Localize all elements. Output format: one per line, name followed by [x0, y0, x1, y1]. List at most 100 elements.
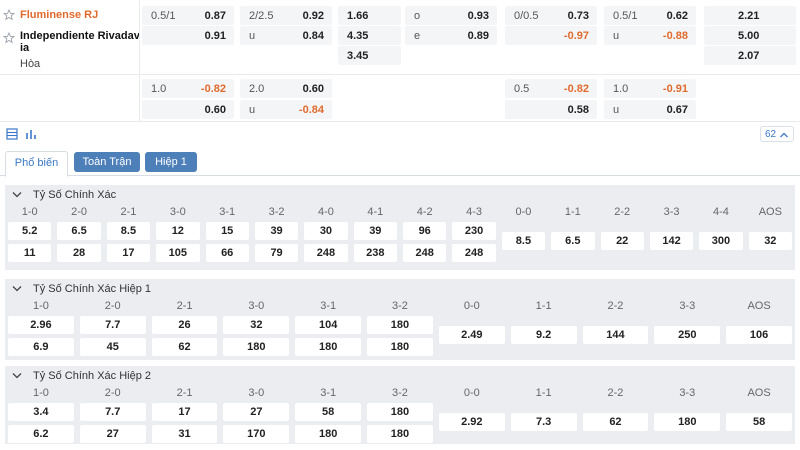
score-odds-button[interactable]: 62 — [582, 413, 649, 431]
team-home-name[interactable]: Fluminense RJ — [20, 9, 140, 21]
score-odds-button[interactable]: 17 — [106, 244, 151, 262]
score-odds-button[interactable]: 180 — [295, 338, 362, 356]
score-odds-button[interactable]: 32 — [748, 232, 792, 250]
section-header[interactable]: Tỷ Số Chính Xác Hiệp 2 — [5, 366, 795, 386]
score-odds-button[interactable]: 142 — [649, 232, 694, 250]
score-odds-button[interactable]: 30 — [304, 222, 348, 240]
score-odds-button[interactable]: 230 — [452, 222, 496, 240]
odds-cell[interactable]: 0.60 — [142, 100, 234, 119]
odds-cell[interactable]: u -0.84 — [240, 100, 332, 119]
score-odds-button[interactable]: 17 — [151, 403, 218, 421]
list-view-icon[interactable] — [5, 127, 19, 141]
odds-cell[interactable]: 0.5/1 0.62 — [604, 6, 696, 25]
odds-cell[interactable]: 0.5 -0.82 — [505, 79, 597, 98]
score-odds-button[interactable]: 248 — [304, 244, 348, 262]
score-odds-button[interactable]: 180 — [367, 403, 433, 421]
score-odds-button[interactable]: 250 — [654, 326, 721, 344]
score-odds-button[interactable]: 12 — [156, 222, 200, 240]
odds-cell[interactable]: u 0.67 — [604, 100, 696, 119]
score-odds-button[interactable]: 6.2 — [8, 425, 74, 443]
score-odds-button[interactable]: 170 — [223, 425, 290, 443]
score-odds-button[interactable]: 8.5 — [106, 222, 151, 240]
score-odds-button[interactable]: 105 — [156, 244, 200, 262]
odds-cell[interactable]: 5.00 — [704, 26, 796, 45]
score-odds-button[interactable]: 39 — [353, 222, 397, 240]
score-odds-button[interactable]: 11 — [8, 244, 52, 262]
score-odds-button[interactable]: 66 — [205, 244, 249, 262]
score-odds-button[interactable]: 180 — [654, 413, 721, 431]
tab-first-half[interactable]: Hiệp 1 — [145, 152, 197, 172]
odds-cell[interactable]: o 0.93 — [405, 6, 497, 25]
favorite-star-icon[interactable] — [3, 32, 15, 44]
odds-cell[interactable]: 0/0.5 0.73 — [505, 6, 597, 25]
odds-cell[interactable]: 1.66 — [338, 6, 401, 25]
odds-cell[interactable]: 1.0 -0.91 — [604, 79, 696, 98]
chart-icon[interactable] — [24, 127, 38, 141]
tab-popular[interactable]: Phổ biến — [5, 151, 68, 177]
tab-full-match[interactable]: Toàn Trận — [74, 152, 140, 172]
odds-cell[interactable]: 1.0 -0.82 — [142, 79, 234, 98]
odds-cell[interactable]: 3.45 — [338, 46, 401, 65]
odds-cell[interactable]: u -0.88 — [604, 26, 696, 45]
score-odds-button[interactable]: 39 — [254, 222, 299, 240]
score-odds-button[interactable]: 45 — [79, 338, 146, 356]
score-odds-button[interactable]: 6.5 — [57, 222, 101, 240]
team-away-name[interactable]: Independiente Rivadav ia — [20, 30, 140, 54]
score-odds-button[interactable]: 2.92 — [438, 413, 505, 431]
score-odds-button[interactable]: 104 — [295, 316, 362, 334]
odds-cell[interactable]: e 0.89 — [405, 26, 497, 45]
score-odds-button[interactable]: 3.4 — [8, 403, 74, 421]
score-odds-button[interactable]: 106 — [726, 326, 792, 344]
score-odds-button[interactable]: 180 — [367, 316, 433, 334]
odds-cell[interactable]: 2.21 — [704, 6, 796, 25]
odds-cell[interactable]: 2.07 — [704, 46, 796, 65]
score-odds-button[interactable]: 58 — [726, 413, 792, 431]
collapse-markets-button[interactable]: 62 — [760, 126, 794, 142]
score-odds-button[interactable]: 27 — [223, 403, 290, 421]
chevron-down-icon — [12, 192, 22, 198]
score-odds-button[interactable]: 180 — [295, 425, 362, 443]
score-odds-button[interactable]: 7.7 — [79, 403, 146, 421]
score-odds-button[interactable]: 248 — [403, 244, 447, 262]
score-odds-button[interactable]: 6.5 — [551, 232, 595, 250]
score-odds-button[interactable]: 58 — [295, 403, 362, 421]
score-odds-button[interactable]: 79 — [254, 244, 299, 262]
score-odds-button[interactable]: 32 — [223, 316, 290, 334]
score-odds-button[interactable]: 9.2 — [510, 326, 577, 344]
section-header[interactable]: Tỷ Số Chính Xác — [5, 185, 795, 205]
favorite-star-icon[interactable] — [3, 9, 15, 21]
score-odds-button[interactable]: 238 — [353, 244, 397, 262]
odds-cell[interactable]: 0.91 — [142, 26, 234, 45]
score-odds-button[interactable]: 62 — [151, 338, 218, 356]
score-odds-button[interactable]: 96 — [403, 222, 447, 240]
score-odds-button[interactable]: 180 — [367, 338, 433, 356]
odds-cell[interactable]: u 0.84 — [240, 26, 332, 45]
score-odds-button[interactable]: 28 — [57, 244, 101, 262]
score-odds-button[interactable]: 300 — [699, 232, 743, 250]
market-section: Tỷ Số Chính Xác 1-0 5.2 11 2-0 6.5 28 2-1 8.5 17 3… — [5, 185, 795, 270]
score-odds-button[interactable]: 5.2 — [8, 222, 52, 240]
score-odds-button[interactable]: 180 — [367, 425, 433, 443]
odds-cell[interactable]: -0.97 — [505, 26, 597, 45]
score-odds-button[interactable]: 7.3 — [510, 413, 577, 431]
odds-cell[interactable]: 0.5/1 0.87 — [142, 6, 234, 25]
odds-cell[interactable]: 4.35 — [338, 26, 401, 45]
score-odds-button[interactable]: 248 — [452, 244, 496, 262]
score-odds-button[interactable]: 2.96 — [8, 316, 74, 334]
score-odds-button[interactable]: 27 — [79, 425, 146, 443]
score-odds-button[interactable]: 26 — [151, 316, 218, 334]
score-odds-button[interactable]: 15 — [205, 222, 249, 240]
score-odds-button[interactable]: 7.7 — [79, 316, 146, 334]
score-odds-button[interactable]: 180 — [223, 338, 290, 356]
odds-cell[interactable]: 2/2.5 0.92 — [240, 6, 332, 25]
section-header[interactable]: Tỷ Số Chính Xác Hiệp 1 — [5, 279, 795, 299]
score-odds-button[interactable]: 8.5 — [501, 232, 546, 250]
score-odds-button[interactable]: 31 — [151, 425, 218, 443]
score-odds-button[interactable]: 22 — [600, 232, 644, 250]
score-odds-button[interactable]: 144 — [582, 326, 649, 344]
odds-cell[interactable]: 0.58 — [505, 100, 597, 119]
odds-cell[interactable]: 2.0 0.60 — [240, 79, 332, 98]
score-odds-button[interactable]: 6.9 — [8, 338, 74, 356]
score-header: 4-2 — [416, 206, 433, 218]
score-odds-button[interactable]: 2.49 — [438, 326, 505, 344]
